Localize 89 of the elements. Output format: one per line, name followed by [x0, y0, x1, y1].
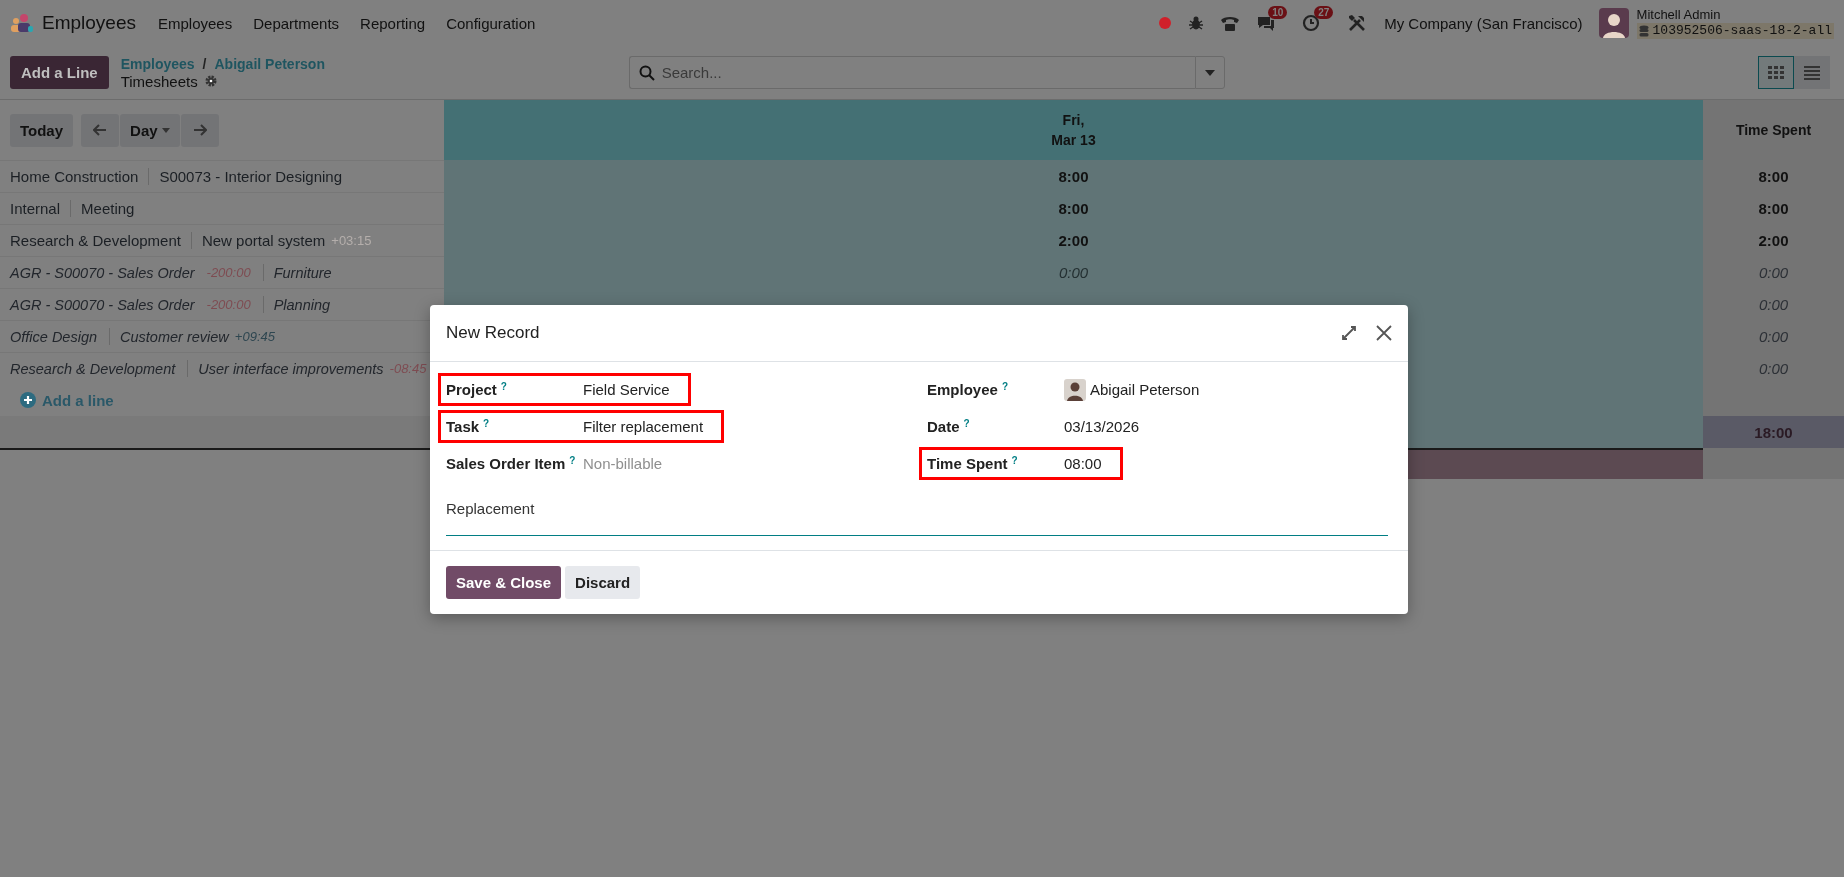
- database-icon: [1638, 25, 1649, 37]
- right-arrow-icon: [192, 124, 207, 136]
- help-tooltip[interactable]: ?: [483, 418, 490, 429]
- help-tooltip[interactable]: ?: [1001, 381, 1008, 392]
- field-value[interactable]: 03/13/2026: [1064, 418, 1140, 435]
- day-column-header[interactable]: Fri, Mar 13: [444, 100, 1703, 160]
- search-icon: [638, 65, 655, 81]
- field-label: Project: [446, 381, 497, 398]
- total-cell: 0:00: [1703, 256, 1844, 288]
- expand-icon[interactable]: [1342, 326, 1356, 340]
- menu-item[interactable]: Employees: [158, 14, 233, 32]
- field-value[interactable]: Field Service: [583, 381, 670, 398]
- column-header: Time Spent: [1735, 122, 1812, 138]
- total-cell: 2:00: [1703, 224, 1844, 256]
- field-value[interactable]: 08:00: [1064, 455, 1102, 472]
- help-tooltip[interactable]: ?: [500, 381, 507, 392]
- task-name: Furniture: [273, 264, 332, 281]
- grand-total: 18:00: [1703, 416, 1844, 448]
- project-name: Internal: [10, 200, 61, 217]
- project-name: Office Design: [10, 328, 98, 345]
- discard-button[interactable]: Discard: [565, 566, 641, 599]
- total-cell: 0:00: [1703, 288, 1844, 320]
- menu-item[interactable]: Configuration: [446, 14, 536, 32]
- left-arrow-icon: [93, 124, 108, 136]
- page-title: Timesheets: [120, 72, 198, 90]
- list-view-icon: [1804, 65, 1820, 80]
- view-switch-button[interactable]: [1758, 56, 1794, 89]
- company-switcher[interactable]: My Company (San Francisco): [1384, 14, 1583, 32]
- help-tooltip[interactable]: ?: [1011, 455, 1018, 466]
- field-value[interactable]: Filter replacement: [583, 418, 704, 435]
- project-name: AGR - S00070 - Sales Order: [10, 264, 195, 281]
- total-cell: 8:00: [1703, 192, 1844, 224]
- count-badge: 27: [1314, 6, 1334, 19]
- project-name: Home Construction: [10, 168, 139, 185]
- field-label: Sales Order Item: [446, 455, 566, 472]
- field-label: Employee: [927, 381, 998, 398]
- today-button[interactable]: Today: [10, 113, 74, 147]
- search-options-button[interactable]: [1194, 56, 1225, 89]
- field-label: Date: [927, 418, 960, 435]
- plus-circle-icon: [20, 392, 36, 408]
- tools-icon[interactable]: [1348, 14, 1367, 32]
- breadcrumb-separator: /: [202, 55, 207, 72]
- field-value[interactable]: Abigail Peterson: [1090, 381, 1200, 398]
- avatar-icon: [1064, 378, 1086, 401]
- task-name: New portal system: [201, 232, 326, 249]
- range-dropdown[interactable]: Day: [120, 113, 180, 147]
- gear-icon[interactable]: [203, 74, 218, 88]
- hours-cell[interactable]: 8:00: [444, 192, 1703, 224]
- app-name[interactable]: Employees: [42, 12, 136, 34]
- project-name: Research & Development: [10, 360, 176, 377]
- user-name[interactable]: Mitchell Admin: [1636, 7, 1834, 23]
- caret-icon: [161, 127, 170, 133]
- task-name: User interface improvements: [198, 360, 384, 377]
- field-label: Task: [446, 418, 480, 435]
- bug-icon[interactable]: [1188, 15, 1205, 31]
- dialog-title: New Record: [446, 323, 540, 343]
- phone-icon[interactable]: [1220, 14, 1241, 32]
- project-name: AGR - S00070 - Sales Order: [10, 296, 195, 313]
- hours-cell[interactable]: 0:00: [444, 256, 1703, 288]
- hours-cell[interactable]: 2:00: [444, 224, 1703, 256]
- previous-button[interactable]: [81, 113, 120, 147]
- people-icon[interactable]: [10, 13, 34, 33]
- view-switch-button[interactable]: [1794, 56, 1830, 89]
- save-button[interactable]: Save & Close: [446, 566, 562, 599]
- total-cell: 8:00: [1703, 160, 1844, 192]
- grid-view-icon: [1768, 65, 1784, 80]
- close-icon[interactable]: [1376, 325, 1392, 341]
- task-name: S00073 - Interior Designing: [159, 168, 342, 185]
- chat-icon[interactable]: [1256, 14, 1277, 32]
- help-tooltip[interactable]: ?: [569, 455, 576, 466]
- total-cell: 0:00: [1703, 320, 1844, 352]
- total-cell: 0:00: [1703, 352, 1844, 384]
- task-name: Planning: [273, 296, 331, 313]
- hours-cell[interactable]: 8:00: [444, 160, 1703, 192]
- avatar-icon[interactable]: [1598, 8, 1629, 38]
- project-name: Research & Development: [10, 232, 181, 249]
- menu-item[interactable]: Reporting: [360, 14, 426, 32]
- count-badge: 10: [1268, 6, 1288, 19]
- database-name: 103952506-saas-18-2-all: [1652, 23, 1832, 39]
- menu-item[interactable]: Departments: [253, 14, 340, 32]
- help-tooltip[interactable]: ?: [963, 418, 970, 429]
- search-field[interactable]: Search...: [628, 56, 1195, 89]
- field-label: Time Spent: [927, 455, 1008, 472]
- caret-icon: [1204, 69, 1215, 76]
- hours-delta: +09:45: [234, 329, 275, 344]
- task-name: Meeting: [81, 200, 135, 217]
- task-name: Customer review: [120, 328, 229, 345]
- add-line-button[interactable]: Add a Line: [10, 56, 109, 89]
- next-button[interactable]: [180, 113, 219, 147]
